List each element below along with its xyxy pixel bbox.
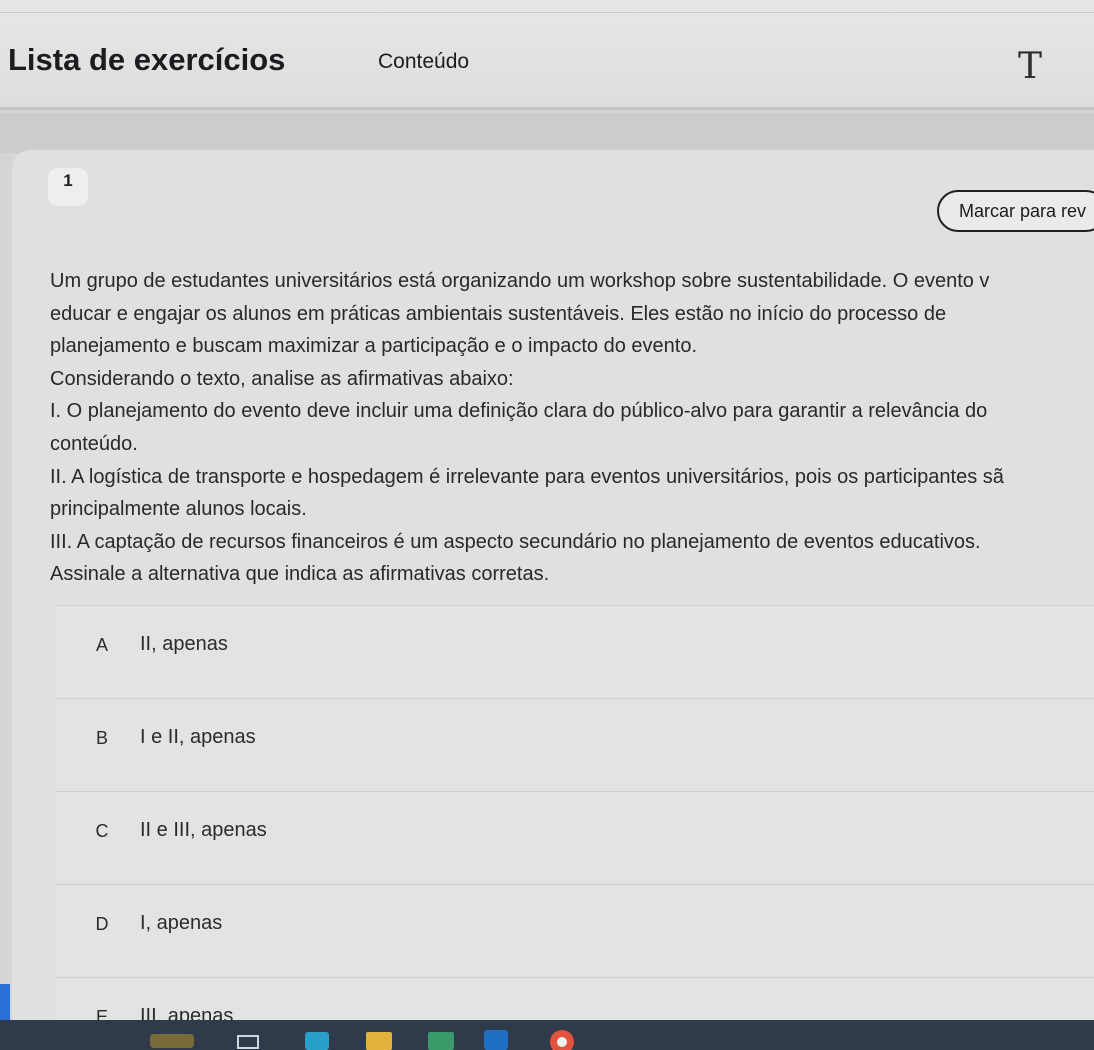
stem-line: educar e engajar os alunos em práticas a… <box>50 302 947 325</box>
header-band <box>0 113 1094 153</box>
option-label: I e II, apenas <box>140 726 256 748</box>
option-label: II e III, apenas <box>140 819 267 841</box>
os-taskbar <box>0 1020 1094 1050</box>
browser-icon-center <box>557 1037 567 1047</box>
folder-icon[interactable] <box>366 1032 392 1050</box>
page-title: Lista de exercícios <box>8 42 286 77</box>
app-header: Lista de exercícios Conteúdo T <box>0 0 1094 110</box>
question-stem: Um grupo de estudantes universitários es… <box>50 265 1094 591</box>
option-letter: D <box>95 914 109 934</box>
stem-line: Um grupo de estudantes universitários es… <box>50 270 990 292</box>
store-icon[interactable] <box>428 1032 454 1050</box>
mark-for-review-button[interactable]: Marcar para rev <box>937 190 1094 232</box>
app-icon[interactable] <box>305 1032 329 1050</box>
option-d[interactable]: D I, apenas <box>56 884 1094 977</box>
option-label: II, apenas <box>140 633 228 655</box>
scroll-indicator <box>0 984 10 1024</box>
option-b[interactable]: B I e II, apenas <box>56 698 1094 791</box>
question-number-badge: 1 <box>48 168 88 206</box>
option-letter: C <box>95 821 109 841</box>
app-icon[interactable] <box>150 1034 194 1048</box>
option-a[interactable]: A II, apenas <box>56 605 1094 698</box>
stem-line: II. A logística de transporte e hospedag… <box>50 465 1004 488</box>
taskbar-icons <box>150 1030 574 1050</box>
stem-line: Assinale a alternativa que indica as afi… <box>50 563 550 586</box>
stem-line: III. A captação de recursos financeiros … <box>50 530 981 553</box>
text-size-icon[interactable]: T <box>1018 46 1042 87</box>
header-divider <box>0 12 1094 13</box>
stem-line: principalmente alunos locais. <box>50 498 307 521</box>
tab-conteudo[interactable]: Conteúdo <box>378 50 469 74</box>
option-letter: B <box>95 728 108 748</box>
answer-options: A II, apenas B I e II, apenas C II e III… <box>56 605 1094 1050</box>
app-icon[interactable] <box>484 1030 508 1050</box>
stem-line: conteúdo. <box>50 432 138 455</box>
option-letter: A <box>95 635 108 655</box>
option-c[interactable]: C II e III, apenas <box>56 791 1094 884</box>
task-view-icon[interactable] <box>237 1035 259 1049</box>
stem-line: I. O planejamento do evento deve incluir… <box>50 400 988 423</box>
stem-line: planejamento e buscam maximizar a partic… <box>50 335 698 358</box>
stem-line: Considerando o texto, analise as afirmat… <box>50 367 514 390</box>
option-label: I, apenas <box>140 912 223 934</box>
